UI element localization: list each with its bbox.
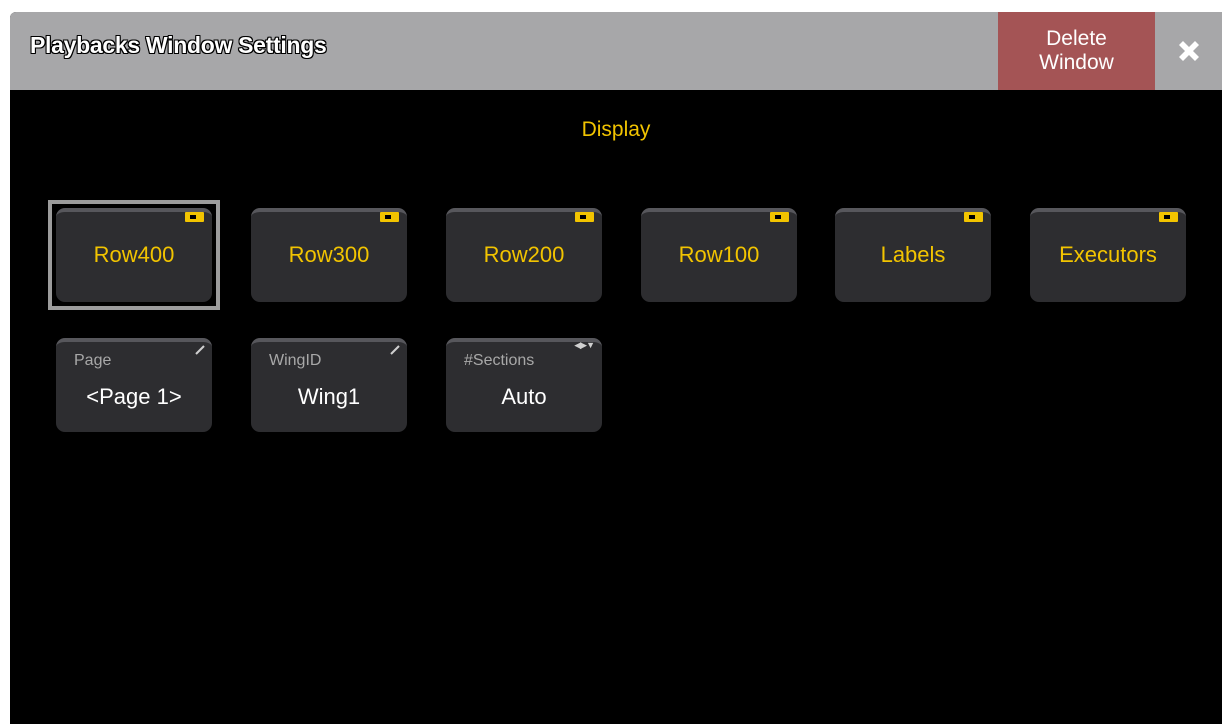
edit-corner-icon [390, 345, 400, 355]
toggle-row300-button[interactable]: Row300 [251, 208, 407, 302]
toggle-labels-button[interactable]: Labels [835, 208, 991, 302]
property-label: WingID [269, 352, 322, 369]
toggle-on-indicator [770, 212, 789, 222]
property-value: Auto [501, 384, 547, 409]
toggle-label: Row300 [288, 242, 370, 267]
toggle-row200-button[interactable]: Row200 [446, 208, 602, 302]
toggle-label: Row100 [678, 242, 760, 267]
toggle-on-indicator [1159, 212, 1178, 222]
toggle-label: Row200 [483, 242, 565, 267]
toggle-on-indicator [964, 212, 983, 222]
toggle-on-indicator [575, 212, 594, 222]
page-property-button[interactable]: Page <Page 1> [56, 338, 212, 432]
property-value: <Page 1> [86, 384, 182, 409]
delete-label-line2: Window [1039, 51, 1114, 74]
close-button[interactable] [1155, 12, 1222, 90]
settings-window: Playbacks Window Settings Delete Window … [10, 12, 1222, 724]
select-arrows-icon: ◀▶▼ [574, 340, 595, 350]
property-label: #Sections [464, 352, 535, 369]
window-title: Playbacks Window Settings [30, 32, 327, 58]
toggle-row100-button[interactable]: Row100 [641, 208, 797, 302]
property-value: Wing1 [297, 384, 361, 409]
delete-window-button[interactable]: Delete Window [998, 12, 1155, 90]
toggle-label: Labels [880, 242, 946, 267]
toggle-executors-button[interactable]: Executors [1030, 208, 1186, 302]
wingid-property-button[interactable]: WingID Wing1 [251, 338, 407, 432]
section-title-display: Display [581, 118, 651, 141]
close-x-icon [1178, 41, 1199, 61]
toggle-row400-button[interactable]: Row400 [56, 208, 212, 302]
toggle-on-indicator [380, 212, 399, 222]
edit-corner-icon [195, 345, 205, 355]
sections-property-button[interactable]: ◀▶▼ #Sections Auto [446, 338, 602, 432]
toggle-on-indicator [185, 212, 204, 222]
delete-label-line1: Delete [1046, 27, 1107, 50]
property-label: Page [74, 352, 112, 369]
toggle-label: Row400 [93, 242, 175, 267]
toggle-label: Executors [1059, 242, 1157, 267]
title-bar: Playbacks Window Settings Delete Window [10, 12, 1222, 90]
